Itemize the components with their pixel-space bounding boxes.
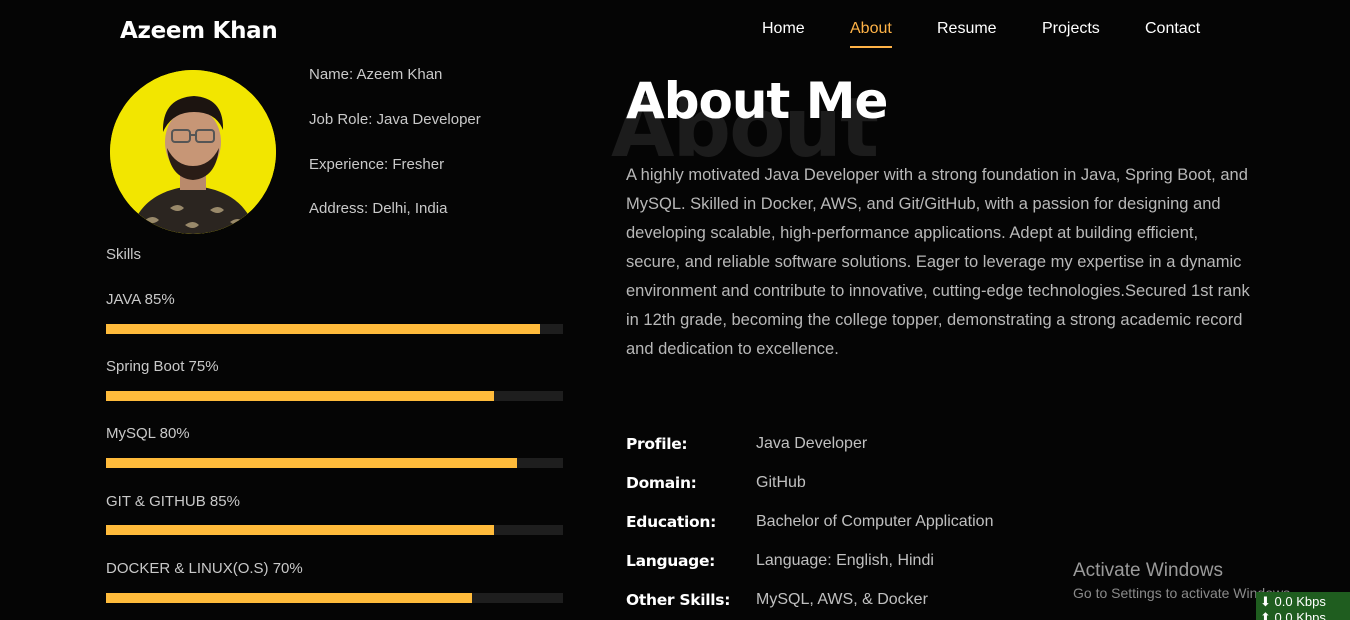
skill-label: GIT & GITHUB 85% bbox=[106, 493, 240, 510]
nav-projects[interactable]: Projects bbox=[1042, 20, 1100, 38]
skill-progress-bar bbox=[106, 525, 563, 535]
nav-contact[interactable]: Contact bbox=[1145, 20, 1200, 38]
skill-progress-bar bbox=[106, 593, 563, 603]
skill-label: Spring Boot 75% bbox=[106, 358, 219, 375]
profile-address: Address: Delhi, India bbox=[309, 200, 448, 217]
detail-value-education: Bachelor of Computer Application bbox=[756, 513, 994, 530]
detail-label-other-skills: Other Skills: bbox=[626, 591, 731, 609]
detail-label-profile: Profile: bbox=[626, 435, 688, 453]
network-speed-meter: ⬇ 0.0 Kbps ⬆ 0.0 Kbps bbox=[1256, 592, 1350, 620]
detail-label-education: Education: bbox=[626, 513, 716, 531]
skill-progress-fill bbox=[106, 525, 495, 535]
nav-about[interactable]: About bbox=[850, 20, 892, 48]
activate-windows-title: Activate Windows bbox=[1073, 560, 1223, 581]
profile-name: Name: Azeem Khan bbox=[309, 66, 443, 83]
skill-progress-fill bbox=[106, 458, 518, 468]
nav-resume[interactable]: Resume bbox=[937, 20, 997, 38]
detail-label-domain: Domain: bbox=[626, 474, 697, 492]
skill-label: JAVA 85% bbox=[106, 291, 175, 308]
skill-progress-bar bbox=[106, 391, 563, 401]
about-title: About Me bbox=[626, 72, 888, 130]
detail-value-profile: Java Developer bbox=[756, 435, 868, 452]
profile-experience: Experience: Fresher bbox=[309, 156, 445, 173]
skill-label: MySQL 80% bbox=[106, 425, 190, 442]
about-paragraph: A highly motivated Java Developer with a… bbox=[626, 166, 1250, 358]
skills-heading: Skills bbox=[106, 246, 142, 263]
skill-progress-fill bbox=[106, 593, 472, 603]
avatar-portrait bbox=[110, 70, 276, 234]
network-upload-speed: ⬆ 0.0 Kbps bbox=[1260, 610, 1326, 620]
skill-progress-bar bbox=[106, 458, 563, 468]
detail-value-domain: GitHub bbox=[756, 474, 806, 491]
skill-progress-fill bbox=[106, 391, 495, 401]
detail-label-language: Language: bbox=[626, 552, 716, 570]
main-nav: Home About Resume Projects Contact bbox=[0, 20, 1350, 50]
profile-role: Job Role: Java Developer bbox=[309, 111, 481, 128]
profile-avatar bbox=[110, 70, 276, 234]
network-download-speed: ⬇ 0.0 Kbps bbox=[1260, 594, 1326, 609]
skill-progress-bar bbox=[106, 324, 563, 334]
detail-value-language: Language: English, Hindi bbox=[756, 552, 934, 569]
skill-label: DOCKER & LINUX(O.S) 70% bbox=[106, 560, 303, 577]
nav-home[interactable]: Home bbox=[762, 20, 805, 38]
detail-value-other-skills: MySQL, AWS, & Docker bbox=[756, 591, 928, 608]
skill-progress-fill bbox=[106, 324, 541, 334]
